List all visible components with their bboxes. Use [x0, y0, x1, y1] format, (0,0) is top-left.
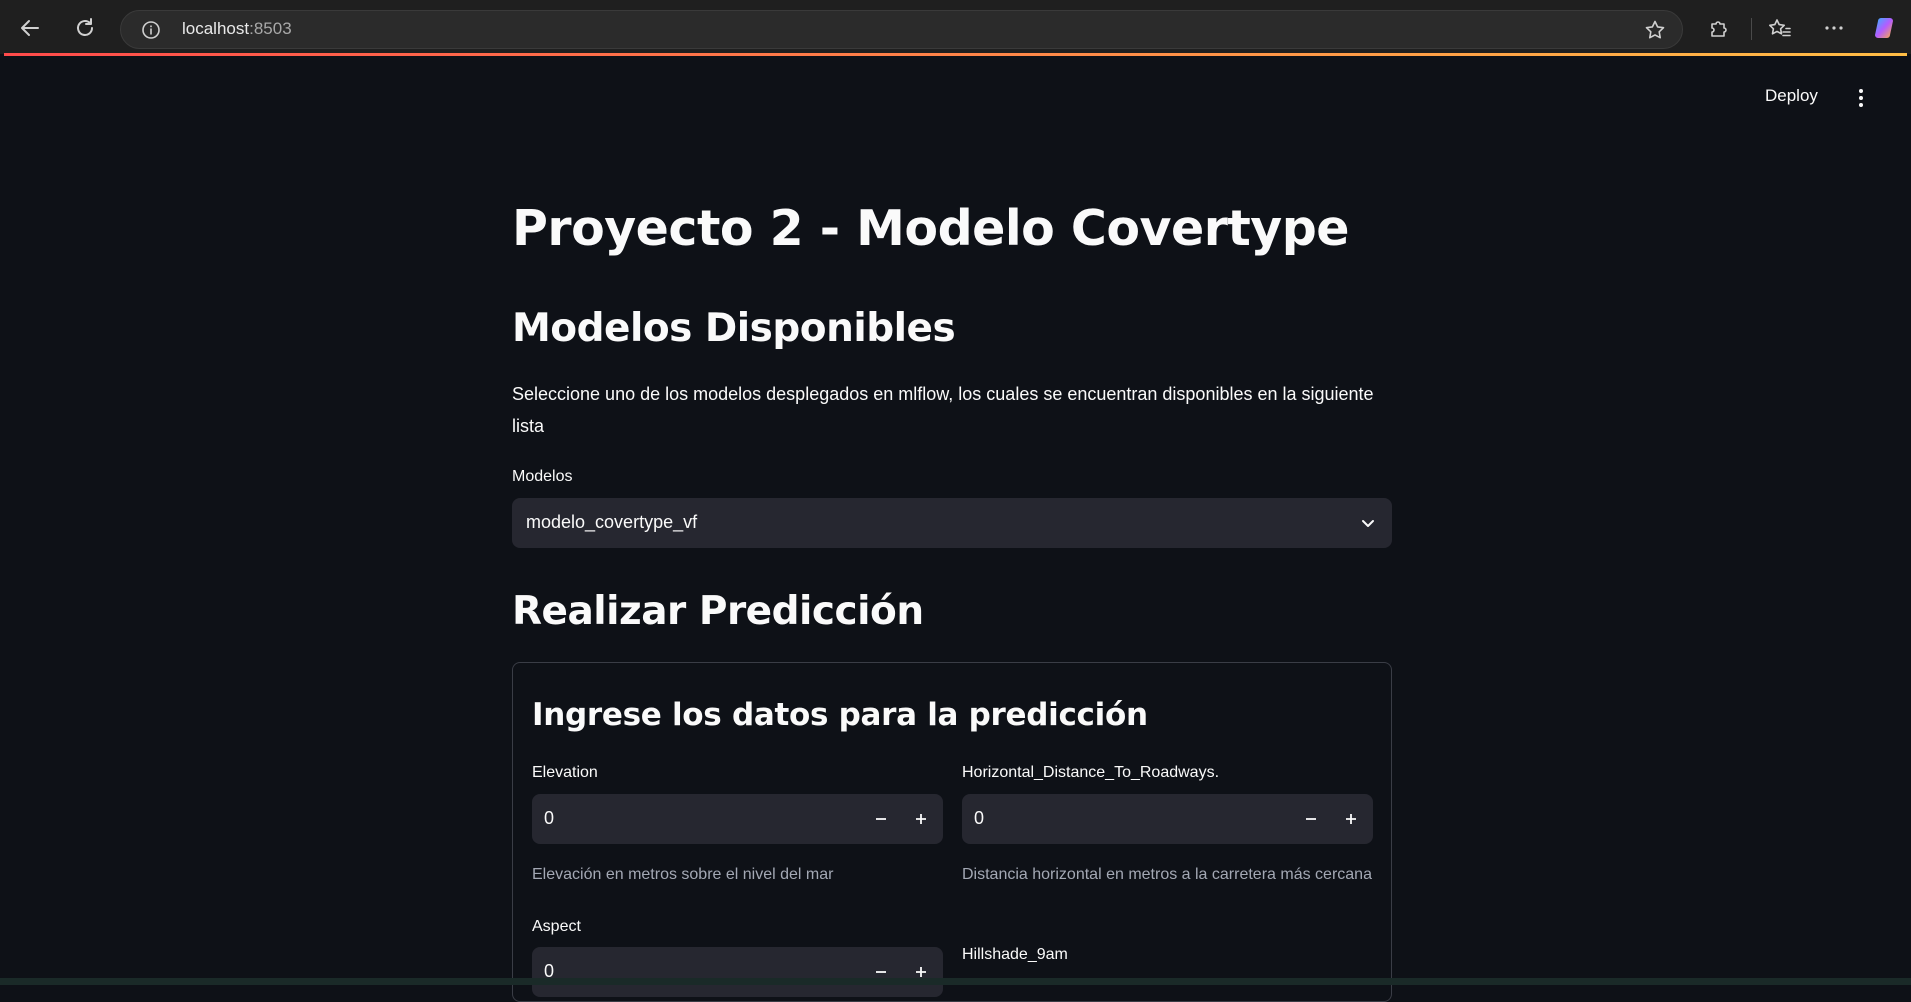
url-port: :8503 [249, 19, 292, 38]
roadways-label: Horizontal_Distance_To_Roadways. [962, 764, 1220, 781]
roadways-help: Distancia horizontal en metros a la carr… [962, 866, 1372, 883]
plus-icon [916, 967, 926, 977]
browser-toolbar: localhost:8503 [0, 0, 1911, 54]
puzzle-icon [1711, 21, 1727, 37]
prediction-form: Ingrese los datos para la predicción Ele… [512, 662, 1392, 1002]
elevation-label: Elevation [532, 764, 598, 781]
more-icon [1825, 26, 1843, 30]
roadways-input[interactable]: 0 [962, 794, 1373, 844]
page-title: Proyecto 2 - Modelo Covertype [512, 200, 1350, 257]
hillshade-label: Hillshade_9am [962, 946, 1068, 963]
star-icon[interactable] [1644, 19, 1666, 41]
elevation-value: 0 [544, 808, 555, 828]
elevation-increment-button[interactable] [906, 804, 936, 834]
address-bar[interactable]: localhost:8503 [120, 10, 1683, 49]
aspect-label: Aspect [532, 918, 581, 935]
prediction-heading: Realizar Predicción [512, 589, 924, 634]
favorites-button[interactable] [1764, 12, 1796, 44]
aspect-input[interactable]: 0 [532, 947, 943, 997]
arrow-left-icon [21, 20, 39, 36]
elevation-input[interactable]: 0 [532, 794, 943, 844]
models-select[interactable]: modelo_covertype_vf [512, 498, 1392, 548]
chevron-down-icon [1358, 513, 1378, 533]
models-heading: Modelos Disponibles [512, 306, 956, 351]
url-host: localhost [182, 19, 250, 38]
kebab-menu-icon [1859, 89, 1863, 107]
app-loading-bar [4, 53, 1907, 56]
minus-icon [876, 818, 886, 820]
elevation-decrement-button[interactable] [866, 804, 896, 834]
models-select-value: modelo_covertype_vf [526, 512, 698, 532]
deploy-button[interactable]: Deploy [1765, 86, 1818, 106]
roadways-decrement-button[interactable] [1296, 804, 1326, 834]
roadways-value: 0 [974, 808, 985, 828]
plus-icon [1346, 814, 1356, 824]
roadways-increment-button[interactable] [1336, 804, 1366, 834]
extensions-button[interactable] [1703, 12, 1735, 44]
plus-icon [916, 814, 926, 824]
toolbar-separator [1751, 18, 1752, 40]
reload-button[interactable] [69, 12, 101, 44]
form-title: Ingrese los datos para la predicción [532, 697, 1148, 733]
reload-icon [77, 18, 93, 36]
minus-icon [876, 971, 886, 973]
back-button[interactable] [14, 12, 46, 44]
favorites-icon [1769, 19, 1791, 37]
main-menu-button[interactable] [1851, 86, 1871, 110]
copilot-button[interactable] [1870, 12, 1902, 44]
url-text: localhost:8503 [182, 19, 292, 39]
elevation-help: Elevación en metros sobre el nivel del m… [532, 866, 834, 883]
minus-icon [1306, 818, 1316, 820]
copilot-icon [1875, 18, 1893, 38]
window-bottom-edge [0, 978, 1911, 985]
more-button[interactable] [1818, 12, 1850, 44]
models-select-label: Modelos [512, 468, 573, 485]
info-icon[interactable] [141, 20, 161, 40]
models-description: Seleccione uno de los modelos desplegado… [512, 384, 1374, 436]
